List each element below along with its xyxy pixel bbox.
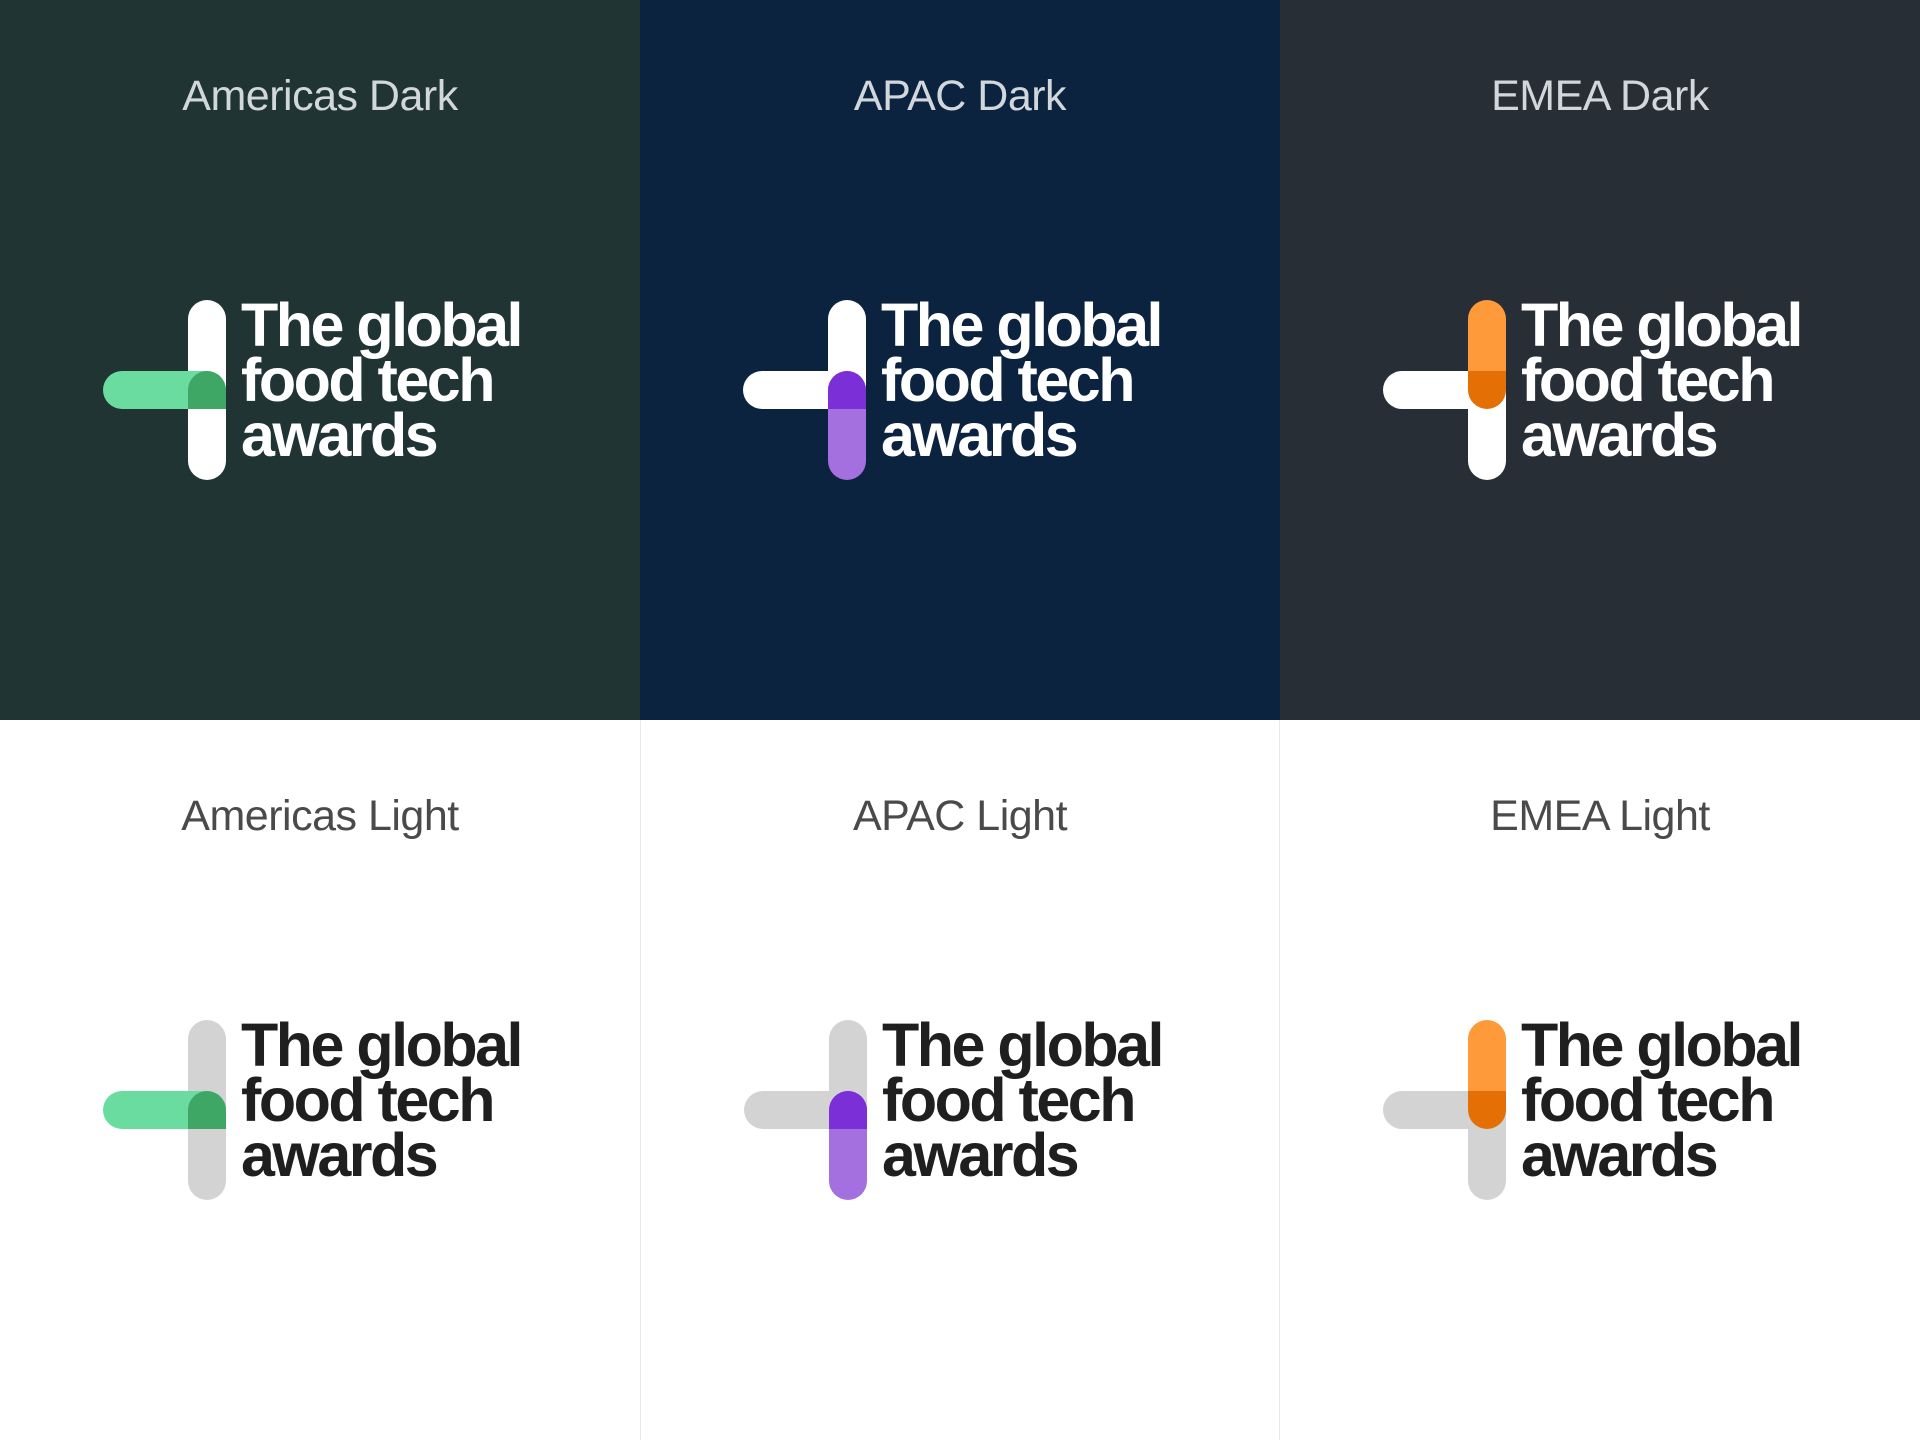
tile-label: EMEA Dark [1491,72,1709,120]
logo-wordmark: The global food tech awards [241,1011,524,1189]
overlap-segment [1468,1091,1506,1129]
tile-label: APAC Light [852,792,1068,840]
wordmark-line-3: awards [1521,1121,1719,1189]
tile-label: EMEA Light [1490,792,1710,840]
tile-emea-dark: EMEA Dark The global food tech awards [1280,0,1920,720]
overlap-segment [829,1091,867,1129]
tile-americas-light: Americas Light The global food tech awar… [0,720,640,1440]
wordmark-line-2: food tech [1521,346,1775,414]
wordmark-line-3: awards [882,1121,1080,1189]
wordmark-line-1: The global [241,291,524,359]
wordmark-line-2: food tech [241,346,495,414]
cross-logo-mark [103,300,229,480]
wordmark-line-1: The global [241,1011,524,1079]
wordmark-line-1: The global [882,1011,1165,1079]
logo-variants-grid: Americas Dark The global food tech award… [0,0,1920,1440]
cross-logo-mark [744,1020,870,1200]
overlap-segment [188,1091,226,1129]
logo-wordmark: The global food tech awards [882,1011,1165,1189]
wordmark-line-1: The global [881,291,1164,359]
overlap-segment [828,371,866,409]
tile-label: Americas Light [181,792,459,840]
overlap-segment [1468,371,1506,409]
wordmark-line-3: awards [1521,401,1719,469]
tile-apac-light: APAC Light The global food tech awards [640,720,1280,1440]
tile-label: APAC Dark [853,72,1067,120]
wordmark-line-3: awards [241,401,439,469]
logo-wordmark: The global food tech awards [881,291,1164,469]
cross-logo-mark [1383,1020,1509,1200]
wordmark-line-1: The global [1521,1011,1804,1079]
cross-logo-mark [743,300,869,480]
cross-logo-mark [1383,300,1509,480]
wordmark-line-2: food tech [881,346,1135,414]
logo-wordmark: The global food tech awards [1521,291,1804,469]
overlap-segment [188,371,226,409]
logo-wordmark: The global food tech awards [241,291,524,469]
wordmark-line-1: The global [1521,291,1804,359]
tile-label: Americas Dark [182,72,458,120]
tile-emea-light: EMEA Light The global food tech awards [1280,720,1920,1440]
wordmark-line-2: food tech [882,1066,1136,1134]
tile-apac-dark: APAC Dark The global food tech awards [640,0,1280,720]
logo-wordmark: The global food tech awards [1521,1011,1804,1189]
wordmark-line-3: awards [881,401,1079,469]
wordmark-line-2: food tech [1521,1066,1775,1134]
wordmark-line-2: food tech [241,1066,495,1134]
wordmark-line-3: awards [241,1121,439,1189]
tile-americas-dark: Americas Dark The global food tech award… [0,0,640,720]
cross-logo-mark [103,1020,229,1200]
